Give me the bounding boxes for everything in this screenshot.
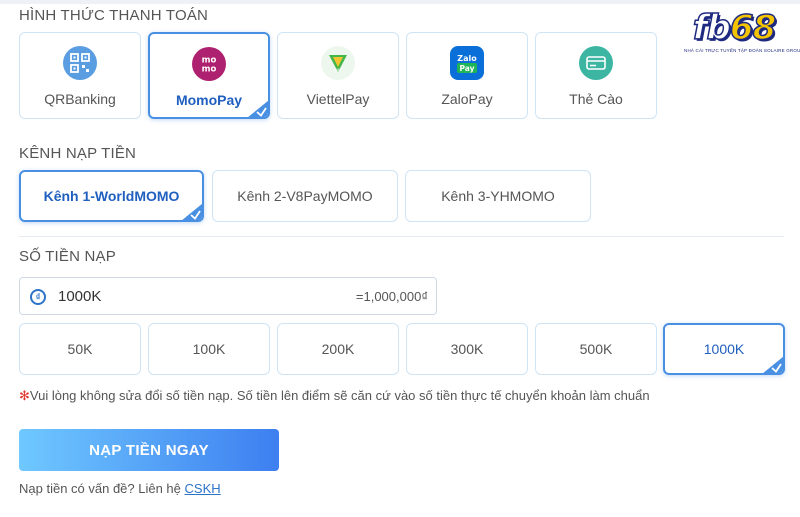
payment-method-heading: HÌNH THỨC THANH TOÁN [19, 7, 209, 24]
svg-text:pay: pay [334, 67, 342, 72]
amount-preset-100k[interactable]: 100K [148, 323, 270, 375]
preset-label: 100K [192, 341, 226, 357]
channel-option-1[interactable]: Kênh 1-WorldMOMO [19, 170, 204, 222]
brand-logo: fb68 NHÀ CÁI TRỰC TUYẾN TẬP ĐOÀN SOLAIRE… [684, 8, 800, 53]
svg-text:Zalo: Zalo [457, 54, 477, 63]
momo-icon: mo mo [192, 47, 226, 81]
svg-text:mo: mo [202, 65, 217, 75]
amount-heading: SỐ TIỀN NẠP [19, 248, 116, 265]
payment-option-label: QRBanking [44, 91, 116, 107]
payment-option-label: Thẻ Cào [569, 91, 623, 107]
amount-preset-50k[interactable]: 50K [19, 323, 141, 375]
help-line: Nạp tiền có vấn đề? Liên hệ CSKH [19, 481, 221, 496]
zalopay-icon: Zalo Pay [450, 46, 484, 80]
amount-value: 1000K [58, 288, 102, 305]
support-link[interactable]: CSKH [185, 481, 221, 496]
payment-option-the-cao[interactable]: Thẻ Cào [535, 32, 657, 119]
viettelpay-icon: pay [321, 46, 355, 80]
amount-preset-300k[interactable]: 300K [406, 323, 528, 375]
amount-input[interactable]: ₫ 1000K =1,000,000₫ [19, 277, 437, 315]
deposit-now-button[interactable]: NẠP TIỀN NGAY [19, 429, 279, 471]
preset-label: 200K [321, 341, 355, 357]
channel-option-2[interactable]: Kênh 2-V8PayMOMO [212, 170, 398, 222]
selected-check-icon [763, 356, 783, 373]
top-strip [0, 0, 800, 4]
selected-check-icon [248, 100, 268, 117]
section-divider [19, 236, 784, 237]
channel-option-label: Kênh 1-WorldMOMO [43, 188, 180, 204]
amount-converted: =1,000,000₫ [355, 289, 428, 304]
qr-icon [63, 46, 97, 80]
payment-option-label: ViettelPay [306, 91, 370, 107]
amount-preset-500k[interactable]: 500K [535, 323, 657, 375]
payment-option-zalopay[interactable]: Zalo Pay ZaloPay [406, 32, 528, 119]
amount-notice: ✻Vui lòng không sửa đổi số tiền nạp. Số … [19, 388, 650, 404]
channel-option-label: Kênh 2-V8PayMOMO [237, 188, 373, 204]
coin-icon: ₫ [30, 289, 46, 305]
notice-text: Vui lòng không sửa đổi số tiền nạp. Số t… [29, 388, 650, 403]
channel-option-label: Kênh 3-YHMOMO [441, 188, 555, 204]
preset-label: 1000K [703, 341, 745, 357]
amount-preset-200k[interactable]: 200K [277, 323, 399, 375]
warning-asterisk-icon: ✻ [19, 388, 30, 403]
preset-label: 50K [67, 341, 93, 357]
payment-option-label: ZaloPay [441, 91, 493, 107]
channel-option-3[interactable]: Kênh 3-YHMOMO [405, 170, 591, 222]
payment-option-qrbanking[interactable]: QRBanking [19, 32, 141, 119]
preset-label: 300K [450, 341, 484, 357]
payment-option-viettelpay[interactable]: pay ViettelPay [277, 32, 399, 119]
channel-heading: KÊNH NẠP TIỀN [19, 145, 137, 162]
preset-label: 500K [579, 341, 613, 357]
selected-check-icon [182, 203, 202, 220]
amount-preset-1000k[interactable]: 1000K [663, 323, 785, 375]
help-text: Nạp tiền có vấn đề? Liên hệ [19, 481, 181, 496]
payment-option-momopay[interactable]: mo mo MomoPay [148, 32, 270, 119]
svg-text:Pay: Pay [459, 64, 474, 73]
card-icon [579, 46, 613, 80]
